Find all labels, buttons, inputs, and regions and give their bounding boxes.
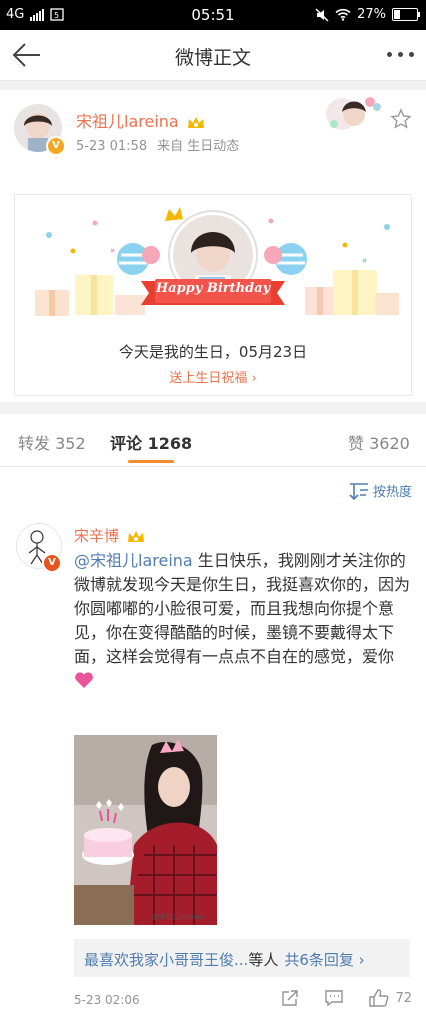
post-tabs: 转发 352 评论 1268 赞 3620 [0, 414, 426, 467]
like-button[interactable]: 72 [369, 989, 412, 1007]
favorite-star-icon[interactable] [390, 108, 412, 130]
tab-reposts-count: 352 [55, 434, 86, 453]
birthday-text: 今天是我的生日，05月23日 [118, 343, 308, 361]
battery-percent: 27% [357, 7, 386, 22]
replies-preview-user[interactable]: 最喜欢我家小哥哥王俊... [84, 951, 248, 969]
tab-likes-label: 赞 [348, 434, 365, 453]
status-bar: 4G 5 05:51 27% [0, 0, 426, 30]
birthday-card[interactable]: Happy Birthday 今天是我的生日，05月23日 送上生日祝福 › [14, 194, 412, 396]
decoration-avatar-icon [326, 97, 381, 130]
sort-icon [349, 482, 368, 500]
more-options-icon[interactable] [387, 52, 414, 57]
comment-photo[interactable]: @宋祖儿lareina [74, 735, 217, 925]
post-author-name-text[interactable]: 宋祖儿lareina [76, 112, 179, 131]
active-tab-indicator [128, 460, 175, 463]
tab-likes[interactable]: 赞 3620 [348, 430, 410, 454]
verified-badge-icon: V [46, 136, 66, 156]
post-meta: 5-23 01:58 来自 生日动态 [76, 135, 239, 154]
replies-preview-suffix: 等人 [248, 951, 279, 969]
wifi-icon [335, 8, 351, 21]
weibo-post: V 宋祖儿lareina 5-23 01:58 来自 生日动态 Happy Bi… [0, 90, 426, 402]
tab-reposts-label: 转发 [18, 434, 51, 453]
post-time: 5-23 01:58 [76, 139, 148, 154]
crown-icon [187, 116, 204, 128]
like-count: 72 [395, 990, 412, 1006]
tab-comments-count: 1268 [147, 434, 193, 453]
comment-actions: 72 [281, 989, 412, 1007]
view-replies-link[interactable]: 共6条回复 › [284, 951, 364, 969]
sort-by-hot-button[interactable]: 按热度 [349, 481, 412, 500]
tab-comments-label: 评论 [110, 434, 143, 453]
comment-text: @宋祖儿lareina 生日快乐，我刚刚才关注你的微博就发现今天是你生日，我挺喜… [74, 549, 410, 696]
page-title: 微博正文 [174, 47, 251, 69]
comment-time: 5-23 02:06 [74, 993, 140, 1007]
happy-birthday-banner: Happy Birthday [155, 281, 271, 296]
sort-label: 按热度 [372, 485, 412, 500]
share-icon[interactable] [281, 989, 299, 1007]
commenter-name[interactable]: 宋辛博 [74, 525, 145, 546]
tab-reposts[interactable]: 转发 352 [18, 430, 86, 454]
replies-preview-inner: 最喜欢我家小哥哥王俊...等人 共6条回复 › [84, 949, 365, 970]
post-author-name[interactable]: 宋祖儿lareina [76, 108, 205, 132]
nav-bar: 微博正文 [0, 30, 426, 81]
crown-icon [127, 530, 144, 542]
status-right: 27% [315, 7, 420, 22]
birthday-illustration [35, 207, 399, 316]
reply-icon[interactable] [325, 989, 344, 1007]
battery-icon [392, 8, 420, 21]
comment-mention-link[interactable]: @宋祖儿lareina [74, 551, 193, 570]
replies-preview[interactable]: 最喜欢我家小哥哥王俊...等人 共6条回复 › [74, 939, 410, 977]
commenter-badge-icon: V [42, 553, 62, 573]
tab-comments[interactable]: 评论 1268 [110, 430, 193, 463]
tab-likes-count: 3620 [369, 434, 410, 453]
comments-section: 按热度 V 宋辛博 @宋祖儿lareina 生日快乐，我刚刚才关注你的微博就发现… [0, 467, 426, 1024]
mute-icon [315, 8, 329, 21]
commenter-name-text[interactable]: 宋辛博 [74, 527, 119, 545]
post-source: 来自 生日动态 [157, 139, 240, 154]
heart-icon [74, 671, 410, 696]
photo-watermark: @宋祖儿lareina [152, 912, 204, 921]
send-birthday-wishes-link[interactable]: 送上生日祝福 › [15, 367, 411, 386]
thumbs-up-icon [369, 989, 389, 1007]
